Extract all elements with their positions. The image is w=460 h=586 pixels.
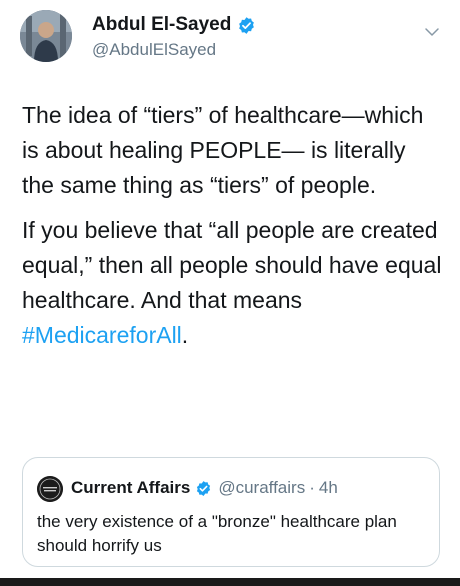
author-handle[interactable]: @AbdulElSayed	[92, 40, 216, 60]
author-avatar[interactable]	[20, 10, 72, 62]
tweet-paragraph-2: If you believe that “all people are crea…	[22, 213, 442, 353]
tweet-paragraph-2-text: If you believe that “all people are crea…	[22, 217, 442, 313]
tweet-body: The idea of “tiers” of healthcare—which …	[22, 98, 442, 363]
time-separator: ·	[309, 478, 315, 497]
tweet-paragraph-1: The idea of “tiers” of healthcare—which …	[22, 102, 424, 198]
quoted-tweet-time[interactable]: 4h	[319, 478, 338, 498]
tweet-card: Abdul El-Sayed @AbdulElSayed The idea of…	[0, 0, 460, 586]
quoted-author-name[interactable]: Current Affairs	[71, 478, 190, 498]
verified-badge-icon	[197, 480, 211, 496]
chevron-down-icon[interactable]	[424, 24, 440, 40]
verified-badge-icon	[239, 16, 255, 34]
hashtag-link[interactable]: #MedicareforAll	[22, 322, 182, 348]
quoted-tweet-text: the very existence of a "bronze" healthc…	[37, 512, 397, 555]
author-name[interactable]: Abdul El-Sayed	[92, 14, 231, 36]
bottom-edge	[0, 578, 460, 586]
quoted-author-handle[interactable]: @curaffairs	[218, 478, 305, 498]
quoted-author-avatar[interactable]	[37, 476, 63, 502]
tweet-paragraph-2-end: .	[181, 322, 189, 348]
quoted-tweet[interactable]: Current Affairs @curaffairs · 4h the ver…	[22, 457, 440, 567]
